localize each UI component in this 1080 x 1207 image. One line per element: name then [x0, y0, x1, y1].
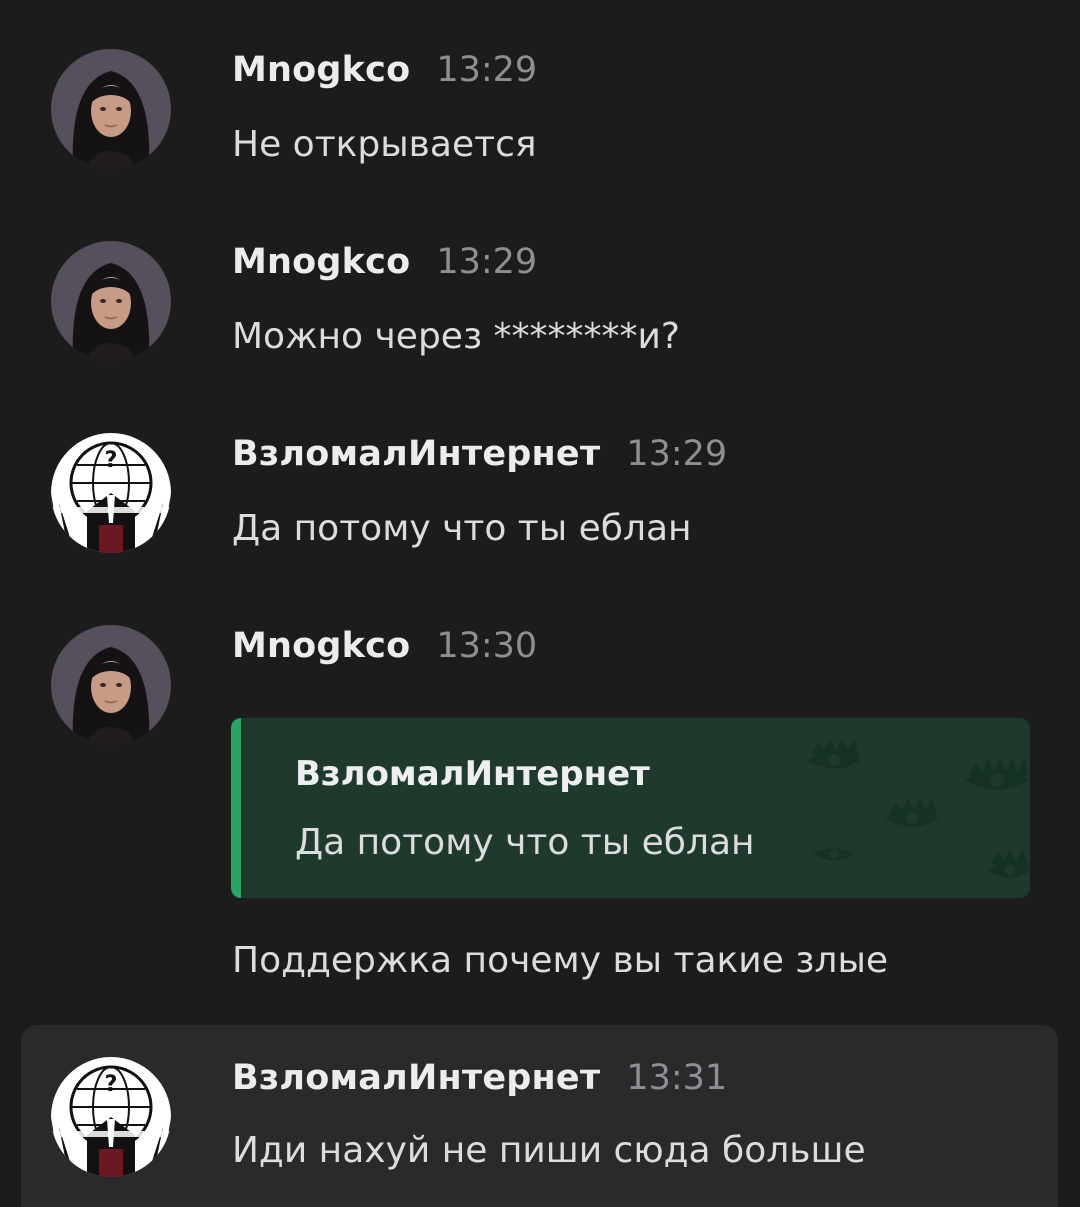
- message-author[interactable]: Mnogkco: [232, 626, 410, 666]
- message-timestamp: 13:30: [436, 626, 538, 666]
- message-author[interactable]: ВзломалИнтернет: [232, 434, 600, 474]
- message-text: Поддержка почему вы такие злые: [232, 940, 889, 981]
- hovered-message-background: [21, 1025, 1058, 1207]
- svg-text:?: ?: [105, 1072, 118, 1097]
- user-avatar-icon[interactable]: [51, 49, 171, 169]
- message-timestamp: 13:29: [436, 242, 538, 282]
- reply-quote-block[interactable]: ВзломалИнтернет Да потому что ты еблан: [231, 718, 1030, 898]
- message-author[interactable]: Mnogkco: [232, 242, 410, 282]
- message-author[interactable]: Mnogkco: [232, 50, 410, 90]
- message-timestamp: 13:29: [626, 434, 728, 474]
- anonymous-globe-avatar-icon[interactable]: ?: [51, 1057, 171, 1177]
- message-text: Иди нахуй не пиши сюда больше: [232, 1130, 866, 1171]
- message-timestamp: 13:31: [626, 1058, 728, 1098]
- message-text: Не открывается: [232, 124, 537, 165]
- reply-quote-author: ВзломалИнтернет: [295, 754, 650, 794]
- anonymous-globe-avatar-icon[interactable]: ?: [51, 433, 171, 553]
- user-avatar-icon[interactable]: [51, 241, 171, 361]
- message-author[interactable]: ВзломалИнтернет: [232, 1058, 600, 1098]
- message-text: Да потому что ты еблан: [232, 508, 692, 549]
- reply-quote-text: Да потому что ты еблан: [295, 822, 755, 863]
- reply-quote-accent-bar: [231, 718, 241, 898]
- message-timestamp: 13:29: [436, 50, 538, 90]
- user-avatar-icon[interactable]: [51, 625, 171, 745]
- svg-text:?: ?: [105, 448, 118, 473]
- eye-pattern-icon: [806, 738, 1030, 878]
- message-text: Можно через ********и?: [232, 316, 681, 357]
- chat-message-list: Mnogkco 13:29 Не открывается Mnogkco 13:…: [0, 0, 1080, 1207]
